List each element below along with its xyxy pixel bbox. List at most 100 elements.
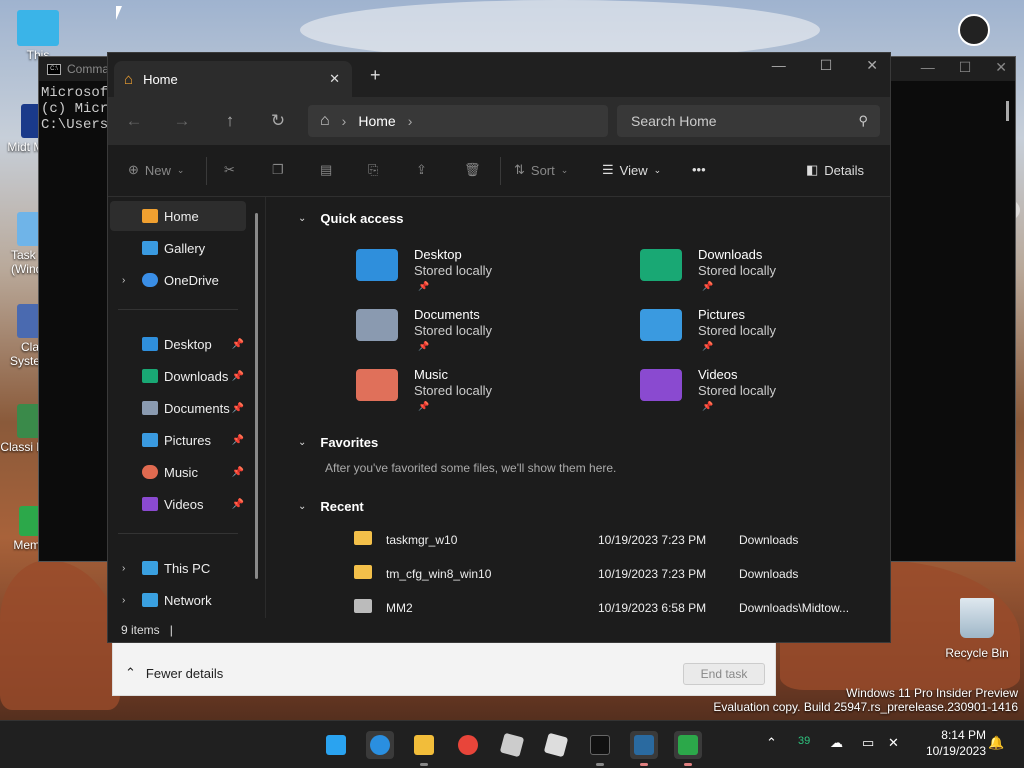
quick-access-videos[interactable]: Videos Stored locally 📌: [640, 363, 860, 419]
close-icon[interactable]: ✕: [866, 57, 878, 74]
quick-access-header[interactable]: ⌄ Quick access: [298, 211, 404, 226]
new-button[interactable]: ⊕ New ⌄: [128, 162, 184, 178]
new-tab-button[interactable]: +: [370, 65, 381, 86]
accessibility-icon[interactable]: [958, 14, 990, 46]
videos-folder-icon: [640, 369, 682, 401]
copy-icon[interactable]: ❐: [272, 162, 284, 178]
chevron-right-icon[interactable]: ›: [342, 113, 347, 129]
address-bar[interactable]: ⌂ › Home ›: [308, 105, 608, 137]
chevron-right-icon[interactable]: ›: [408, 113, 413, 129]
home-icon[interactable]: ⌂: [320, 112, 330, 130]
chevron-down-icon: ⌄: [560, 164, 569, 175]
quick-access-music[interactable]: Music Stored locally 📌: [356, 363, 576, 419]
minimize-icon[interactable]: —: [772, 57, 786, 74]
close-tab-icon[interactable]: ✕: [329, 71, 340, 87]
pin-icon[interactable]: 📌: [232, 467, 244, 478]
chrome-icon: [458, 735, 478, 755]
tray-badge[interactable]: 39: [798, 735, 810, 747]
quick-access-pictures[interactable]: Pictures Stored locally 📌: [640, 303, 860, 359]
display-icon[interactable]: ▭: [862, 735, 874, 751]
favorites-header[interactable]: ⌄ Favorites: [298, 435, 378, 450]
quick-access-desktop[interactable]: Desktop Stored locally 📌: [356, 243, 576, 299]
recent-row[interactable]: tm_cfg_win8_win10 10/19/2023 7:23 PM Dow…: [354, 559, 874, 587]
desktop-icon-recycle-bin[interactable]: Recycle Bin: [944, 598, 1010, 660]
quick-access-downloads[interactable]: Downloads Stored locally 📌: [640, 243, 860, 299]
taskbar-memory-app[interactable]: [674, 731, 702, 766]
share-icon[interactable]: ⇪: [416, 162, 427, 178]
sort-button[interactable]: ⇅ Sort ⌄: [514, 162, 568, 178]
sidebar-item-this-pc[interactable]: › This PC: [110, 553, 246, 583]
taskbar-search[interactable]: [366, 731, 394, 759]
sidebar-item-music[interactable]: Music 📌: [110, 457, 246, 487]
taskbar-roblox-studio[interactable]: [542, 731, 570, 759]
back-arrow-icon[interactable]: ←: [122, 109, 146, 133]
paste-icon[interactable]: ▤: [320, 162, 332, 178]
chevron-right-icon[interactable]: ›: [122, 595, 125, 606]
pin-icon[interactable]: 📌: [232, 371, 244, 382]
home-icon: [142, 209, 158, 223]
sidebar-item-downloads[interactable]: Downloads 📌: [110, 361, 246, 391]
pc-icon: [142, 561, 158, 575]
notification-bell-icon[interactable]: 🔔: [988, 735, 1004, 751]
view-button[interactable]: ☰ View ⌄: [602, 162, 661, 178]
quick-access-documents[interactable]: Documents Stored locally 📌: [356, 303, 576, 359]
console-scrollbar[interactable]: [1006, 101, 1009, 121]
rock-formation: [0, 560, 120, 710]
favorites-empty-message: After you've favorited some files, we'll…: [325, 461, 617, 475]
roblox-studio-icon: [543, 732, 569, 758]
explorer-window-controls: — ☐ ✕: [772, 57, 878, 74]
fewer-details-button[interactable]: ⌃ Fewer details: [125, 665, 223, 681]
more-options-button[interactable]: •••: [692, 162, 706, 177]
sidebar-item-videos[interactable]: Videos 📌: [110, 489, 246, 519]
breadcrumb-home[interactable]: Home: [358, 113, 395, 129]
pin-icon[interactable]: 📌: [232, 339, 244, 350]
sidebar-item-documents[interactable]: Documents 📌: [110, 393, 246, 423]
maximize-icon[interactable]: ☐: [820, 57, 833, 74]
sidebar-item-home[interactable]: Home: [110, 201, 246, 231]
search-input[interactable]: Search Home ⚲: [617, 105, 880, 137]
sidebar-item-onedrive[interactable]: › OneDrive: [110, 265, 246, 295]
end-task-button[interactable]: End task: [683, 663, 765, 685]
recent-row[interactable]: MM2 10/19/2023 6:58 PM Downloads\Midtow.…: [354, 593, 874, 621]
taskbar-chrome[interactable]: [454, 731, 482, 759]
recent-header[interactable]: ⌄ Recent: [298, 499, 364, 514]
taskbar-roblox[interactable]: [498, 731, 526, 759]
windows-logo-icon: [326, 735, 346, 755]
file-explorer-window: ⌂ Home ✕ + — ☐ ✕ ← → ↑ ↻ ⌂ › Home › Sear…: [107, 52, 891, 643]
sidebar-scrollbar[interactable]: [255, 213, 258, 579]
chevron-right-icon[interactable]: ›: [122, 563, 125, 574]
taskbar-terminal[interactable]: [586, 731, 614, 766]
cut-icon[interactable]: ✂: [224, 162, 235, 178]
sidebar-item-gallery[interactable]: Gallery: [110, 233, 246, 263]
delete-icon[interactable]: 🗑: [464, 162, 481, 178]
volume-muted-icon[interactable]: ✕: [888, 735, 899, 751]
start-button[interactable]: [322, 731, 350, 759]
forward-arrow-icon[interactable]: →: [170, 109, 194, 133]
rename-icon[interactable]: ⎘: [368, 162, 378, 178]
view-icon: ☰: [602, 162, 614, 177]
clock[interactable]: 8:14 PM 10/19/2023: [926, 727, 986, 759]
onedrive-tray-icon[interactable]: ☁: [830, 735, 843, 751]
maximize-icon[interactable]: ☐: [959, 59, 972, 76]
sidebar-item-pictures[interactable]: Pictures 📌: [110, 425, 246, 455]
taskbar-task-manager[interactable]: [630, 731, 658, 766]
sidebar-item-desktop[interactable]: Desktop 📌: [110, 329, 246, 359]
close-icon[interactable]: ✕: [995, 59, 1007, 76]
minimize-icon[interactable]: —: [921, 59, 935, 76]
sidebar-item-network[interactable]: › Network: [110, 585, 246, 615]
desktop-icon-this-pc[interactable]: This: [8, 10, 68, 62]
pin-icon[interactable]: 📌: [232, 499, 244, 510]
recent-row[interactable]: taskmgr_w10 10/19/2023 7:23 PM Downloads: [354, 525, 874, 553]
explorer-titlebar[interactable]: ⌂ Home ✕ + — ☐ ✕: [108, 53, 890, 97]
details-button[interactable]: ◧ Details: [806, 162, 864, 178]
up-arrow-icon[interactable]: ↑: [218, 109, 242, 133]
tab-home[interactable]: ⌂ Home ✕: [114, 61, 352, 97]
folder-icon: [354, 531, 372, 545]
refresh-icon[interactable]: ↻: [266, 109, 290, 133]
pin-icon[interactable]: 📌: [232, 403, 244, 414]
chevron-right-icon[interactable]: ›: [122, 275, 125, 286]
chevron-up-icon[interactable]: ⌃: [766, 735, 777, 751]
pin-icon[interactable]: 📌: [232, 435, 244, 446]
taskbar-file-explorer[interactable]: [410, 731, 438, 766]
content-area: ⌄ Quick access Desktop Stored locally 📌 …: [268, 197, 890, 618]
